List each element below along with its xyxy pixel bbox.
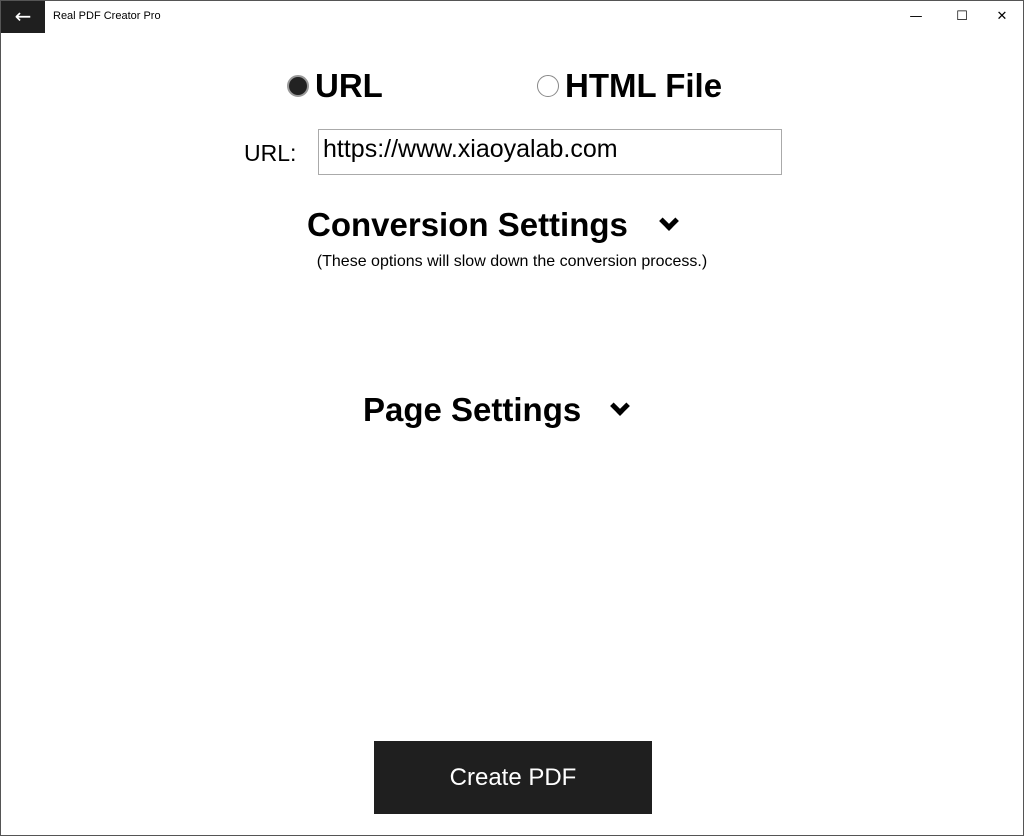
page-settings-toggle[interactable]: Page Settings [363,391,627,429]
radio-checked-icon [287,75,309,97]
url-input[interactable]: https://www.xiaoyalab.com [318,129,782,175]
app-title: Real PDF Creator Pro [53,10,161,22]
radio-html-file[interactable]: HTML File [537,67,722,105]
minimize-button[interactable]: — [893,1,939,33]
conversion-settings-title: Conversion Settings [307,206,628,244]
chevron-down-icon [659,211,679,231]
title-bar: ← Real PDF Creator Pro — ☐ ✕ [1,1,1023,33]
radio-url[interactable]: URL [287,67,383,105]
radio-url-label: URL [315,67,383,105]
conversion-settings-toggle[interactable]: Conversion Settings [307,206,676,244]
chevron-down-icon [610,396,630,416]
page-settings-title: Page Settings [363,391,581,429]
back-arrow-icon: ← [15,4,32,28]
conversion-note: (These options will slow down the conver… [1,253,1023,271]
radio-unchecked-icon [537,75,559,97]
radio-html-file-label: HTML File [565,67,722,105]
create-pdf-button[interactable]: Create PDF [374,741,652,814]
close-button[interactable]: ✕ [979,1,1024,33]
url-label: URL: [244,140,296,167]
back-button[interactable]: ← [1,1,45,33]
